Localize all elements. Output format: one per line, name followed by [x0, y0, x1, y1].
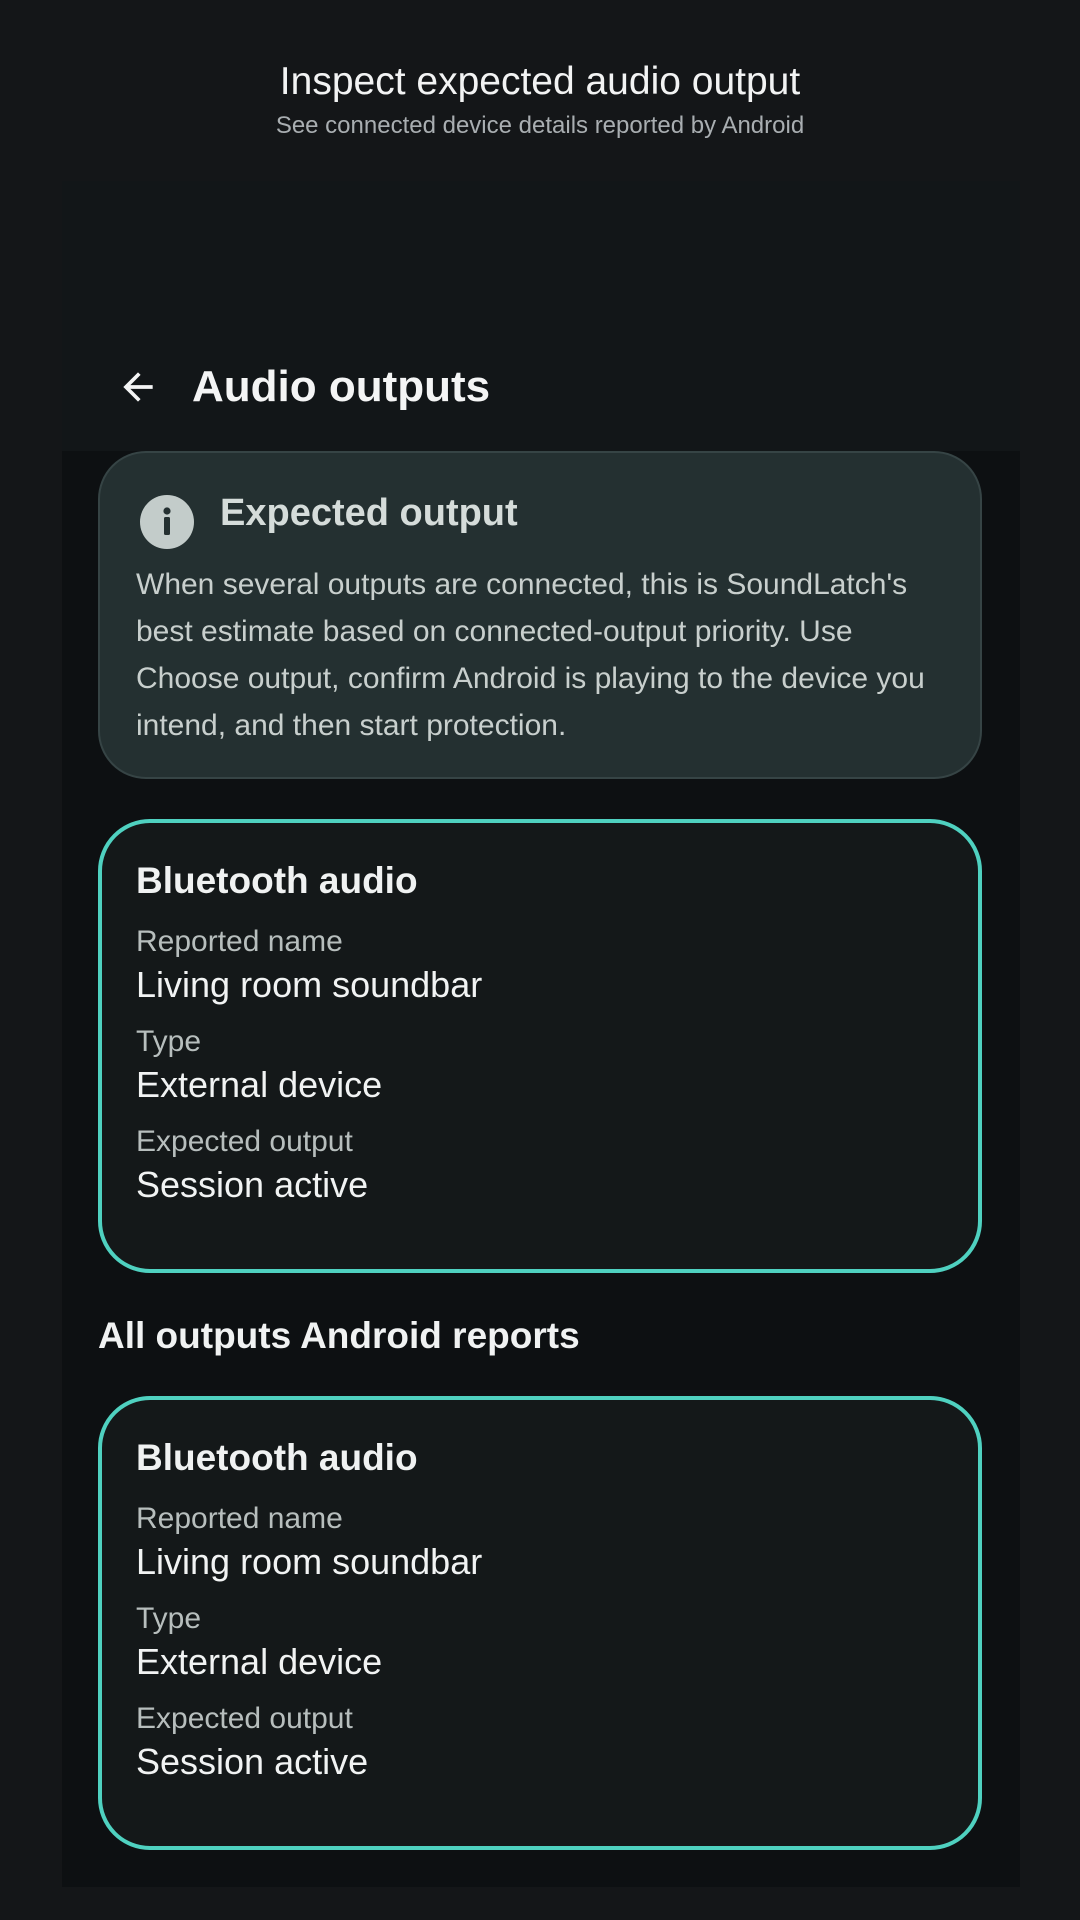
expected-output-value: Session active — [136, 1164, 369, 1205]
expected-output-value: Session active — [136, 1741, 369, 1782]
info-card-body: When several outputs are connected, this… — [136, 568, 925, 742]
arrow-left-icon — [123, 372, 153, 402]
type-value: External device — [136, 1641, 383, 1682]
screenshot-caption: Inspect expected audio output See connec… — [0, 56, 1080, 142]
expected-output-info-card: Expected output When several outputs are… — [98, 451, 982, 779]
output-device-card: Bluetooth audio Reported name Living roo… — [98, 1396, 982, 1850]
info-card-title: Expected output — [220, 492, 518, 534]
device-frame: Audio outputs Expected output When sever… — [62, 181, 1020, 1887]
caption-subtitle: See connected device details reported by… — [275, 112, 805, 139]
expected-device-card: Bluetooth audio Reported name Living roo… — [98, 819, 982, 1273]
top-app-bar: Audio outputs — [62, 181, 1020, 451]
reported-name-label: Reported name — [136, 1502, 343, 1535]
info-glyph — [163, 507, 171, 535]
all-outputs-heading: All outputs Android reports — [98, 1315, 580, 1356]
expected-output-label: Expected output — [136, 1702, 353, 1735]
info-icon — [140, 495, 194, 549]
screen: Inspect expected audio output See connec… — [0, 0, 1080, 1920]
device-title: Bluetooth audio — [136, 1437, 418, 1478]
type-label: Type — [136, 1602, 202, 1635]
device-title: Bluetooth audio — [136, 860, 418, 901]
type-label: Type — [136, 1025, 202, 1058]
type-value: External device — [136, 1064, 383, 1105]
page-title: Audio outputs — [192, 362, 491, 411]
expected-output-label: Expected output — [136, 1125, 353, 1158]
reported-name-label: Reported name — [136, 925, 343, 958]
caption-title: Inspect expected audio output — [279, 60, 801, 103]
scroll-content[interactable]: Expected output When several outputs are… — [62, 451, 1020, 1887]
reported-name-value: Living room soundbar — [136, 964, 483, 1005]
back-button[interactable] — [102, 351, 174, 423]
reported-name-value: Living room soundbar — [136, 1541, 483, 1582]
